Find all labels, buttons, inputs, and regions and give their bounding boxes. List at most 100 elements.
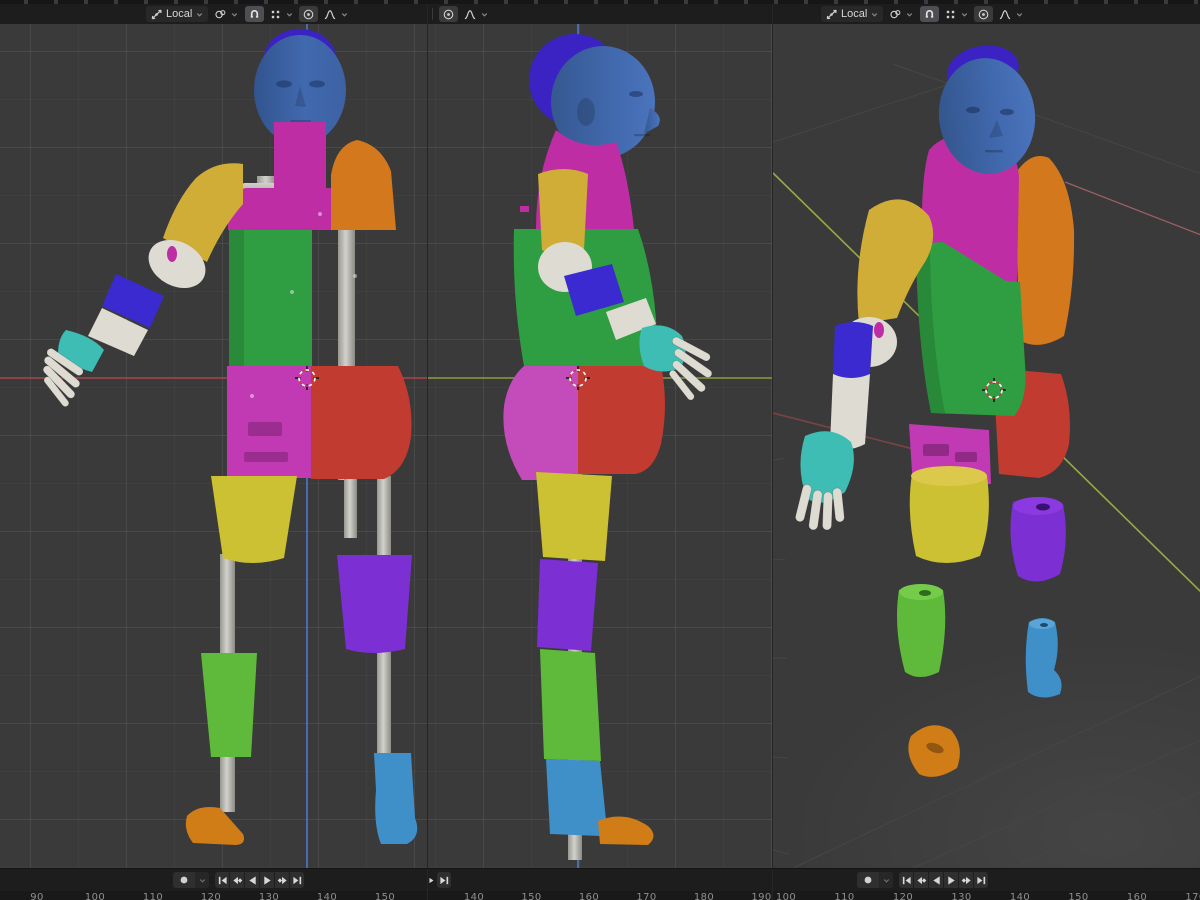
chevron-down-icon <box>1015 10 1024 19</box>
pivot-point-dropdown[interactable] <box>885 6 918 22</box>
jump-to-end-button[interactable] <box>289 872 304 888</box>
frame-ruler[interactable]: 100110120130140150160170 <box>773 891 1200 900</box>
falloff-curve-icon <box>998 8 1012 21</box>
play-backwards-icon <box>931 875 942 886</box>
magnet-icon <box>923 8 936 21</box>
shin[interactable] <box>540 649 601 761</box>
foot-right[interactable] <box>374 753 417 844</box>
3d-cursor <box>294 365 320 391</box>
snap-increment-icon <box>944 8 957 21</box>
foot-piece[interactable] <box>908 725 960 777</box>
frame-number: 170 <box>636 891 656 900</box>
record-icon <box>863 875 873 885</box>
mannequin-side <box>428 24 772 868</box>
next-keyframe-button[interactable] <box>274 872 289 888</box>
playback-controls-partial <box>428 872 451 888</box>
play-backwards-button[interactable] <box>244 872 259 888</box>
shoulder-plate[interactable] <box>1015 156 1074 345</box>
jump-to-end-icon <box>292 875 303 886</box>
record-button[interactable] <box>857 872 879 888</box>
fingers <box>795 484 845 531</box>
play-button[interactable] <box>428 872 435 888</box>
proportional-editing-toggle[interactable] <box>439 6 458 22</box>
record-options-dropdown[interactable] <box>195 872 209 888</box>
jump-to-end-button[interactable] <box>973 872 988 888</box>
snap-toggle-button[interactable] <box>245 6 264 22</box>
frame-ruler[interactable]: 90100110120130140150 <box>0 891 427 900</box>
falloff-curve-icon <box>463 8 477 21</box>
frame-number: 110 <box>143 891 163 900</box>
frame-ruler[interactable]: 140150160170180190 <box>428 891 772 900</box>
3d-cursor <box>981 377 1007 403</box>
frame-number: 180 <box>694 891 714 900</box>
play-button[interactable] <box>943 872 958 888</box>
hip[interactable] <box>578 366 665 474</box>
timeline-middle: 140150160170180190 <box>427 869 772 900</box>
viewport-canvas-front[interactable] <box>0 24 427 868</box>
proportional-falloff-dropdown[interactable] <box>320 6 352 22</box>
transform-orientation-dropdown[interactable]: Local <box>146 6 208 22</box>
chevron-down-icon <box>960 10 969 19</box>
knee-piece[interactable] <box>1010 497 1065 582</box>
proportional-editing-toggle[interactable] <box>299 6 318 22</box>
record-options-dropdown[interactable] <box>879 872 893 888</box>
snap-settings-dropdown[interactable] <box>266 6 297 22</box>
neck[interactable] <box>274 122 326 194</box>
previous-keyframe-button[interactable] <box>229 872 244 888</box>
jump-to-start-icon <box>217 875 228 886</box>
chevron-down-icon <box>882 876 891 885</box>
mannequin-perspective <box>773 24 1200 868</box>
jump-to-start-button[interactable] <box>899 872 913 888</box>
timeline-header <box>773 869 1200 891</box>
frame-number: 120 <box>201 891 221 900</box>
chevron-down-icon <box>870 10 879 19</box>
previous-keyframe-icon <box>916 875 927 886</box>
viewport-canvas-perspective[interactable] <box>773 24 1200 868</box>
viewport-canvas-side[interactable] <box>428 24 772 868</box>
transform-orientation-dropdown[interactable]: Local <box>821 6 883 22</box>
previous-keyframe-button[interactable] <box>913 872 928 888</box>
jump-to-end-button[interactable] <box>437 872 451 888</box>
snap-settings-dropdown[interactable] <box>941 6 972 22</box>
mannequin-front <box>0 24 427 868</box>
thigh[interactable] <box>211 476 297 563</box>
chevron-down-icon <box>195 10 204 19</box>
pivot-point-icon <box>214 8 227 21</box>
snap-toggle-button[interactable] <box>920 6 939 22</box>
arm-chain[interactable] <box>42 163 243 408</box>
foot-left[interactable] <box>186 807 244 845</box>
ankle-piece[interactable] <box>1026 618 1062 698</box>
next-keyframe-button[interactable] <box>958 872 973 888</box>
shin-piece[interactable] <box>897 584 945 677</box>
chevron-down-icon <box>230 10 239 19</box>
eye <box>966 107 980 113</box>
knee[interactable] <box>337 555 412 653</box>
shoulder-plate[interactable] <box>331 140 396 230</box>
pivot-point-icon <box>889 8 902 21</box>
play-backwards-button[interactable] <box>928 872 943 888</box>
toe[interactable] <box>598 817 654 845</box>
hip[interactable] <box>311 366 411 479</box>
jump-to-start-icon <box>901 875 912 886</box>
shin[interactable] <box>201 653 257 757</box>
chevron-down-icon <box>285 10 294 19</box>
thigh[interactable] <box>536 472 612 561</box>
record-icon <box>179 875 189 885</box>
eye <box>629 91 643 97</box>
jump-to-start-button[interactable] <box>215 872 229 888</box>
proportional-falloff-dropdown[interactable] <box>995 6 1027 22</box>
ear <box>577 98 595 126</box>
record-button[interactable] <box>173 872 195 888</box>
frame-number: 100 <box>776 891 796 900</box>
pivot-point-dropdown[interactable] <box>210 6 243 22</box>
chevron-down-icon <box>905 10 914 19</box>
jump-to-end-icon <box>439 875 450 886</box>
viewport-header-right: Local <box>773 4 1200 24</box>
proportional-editing-toggle[interactable] <box>974 6 993 22</box>
proportional-falloff-dropdown[interactable] <box>460 6 492 22</box>
ankle[interactable] <box>546 759 606 836</box>
frame-number: 160 <box>579 891 599 900</box>
knee[interactable] <box>537 559 598 651</box>
play-button[interactable] <box>259 872 274 888</box>
snap-increment-icon <box>269 8 282 21</box>
